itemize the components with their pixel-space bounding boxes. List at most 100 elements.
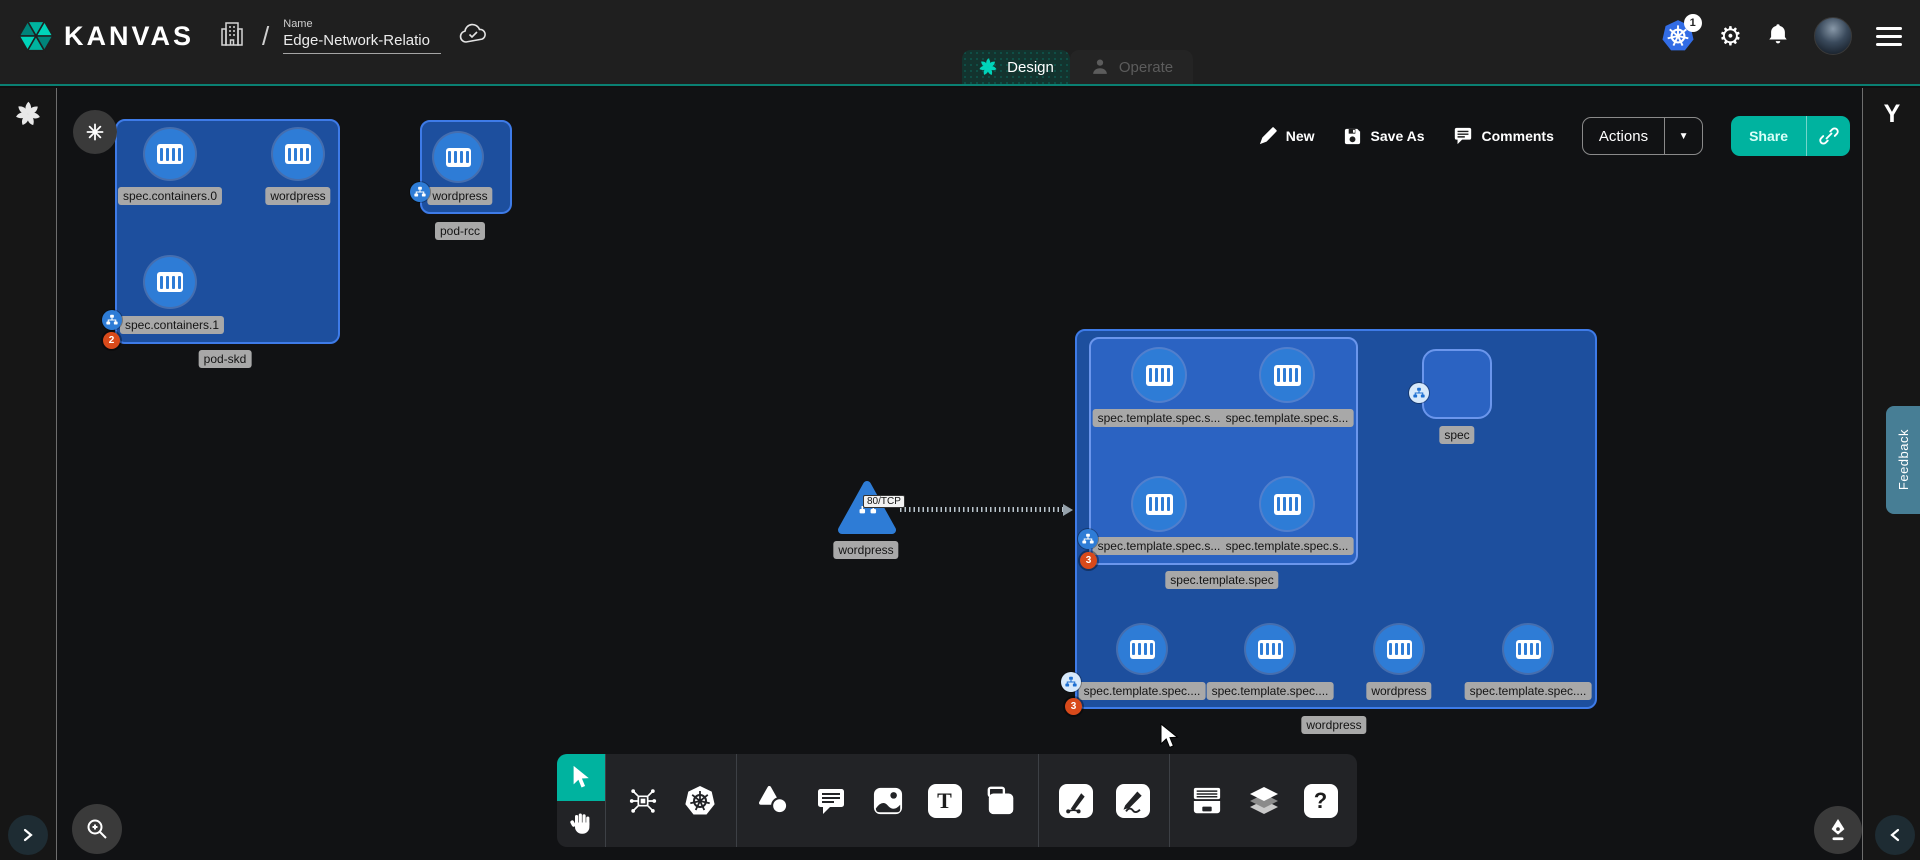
container-node-deploy-0[interactable] — [1118, 625, 1166, 673]
save-as-button[interactable]: Save As — [1343, 127, 1425, 146]
help-tool-button[interactable]: ? — [1292, 754, 1349, 847]
new-label: New — [1286, 128, 1315, 144]
comments-icon — [1453, 126, 1473, 146]
container-node-template-1[interactable] — [1261, 349, 1313, 401]
node-label: spec.template.spec.s... — [1221, 537, 1354, 555]
meshery-spiral-icon[interactable] — [14, 100, 42, 128]
container-node-template-0[interactable] — [1133, 349, 1185, 401]
container-icon — [157, 272, 183, 292]
design-canvas[interactable]: New Save As Comments Actions — [57, 88, 1862, 860]
design-tab-label: Design — [1007, 59, 1054, 76]
container-node-wordpress-1[interactable] — [273, 129, 323, 179]
node-label: wordpress — [427, 187, 492, 205]
notifications-bell-icon[interactable] — [1766, 21, 1790, 52]
design-tab-icon — [978, 57, 998, 77]
container-icon — [157, 144, 183, 164]
right-sidebar: Y Feedback — [1862, 88, 1920, 860]
group-label-template: spec.template.spec — [1165, 571, 1278, 589]
feedback-tab[interactable]: Feedback — [1886, 406, 1920, 514]
kubernetes-context-switcher[interactable]: 1 — [1661, 19, 1695, 53]
error-count-badge[interactable]: 3 — [1080, 552, 1097, 569]
new-button[interactable]: New — [1258, 127, 1315, 146]
organization-icon[interactable] — [220, 20, 244, 53]
edge-port-label: 80/TCP — [863, 495, 905, 508]
drawer-archive-icon — [1191, 786, 1223, 816]
image-icon — [872, 786, 904, 816]
pen-path-icon — [1059, 784, 1093, 818]
design-name-field[interactable]: Name Edge-Network-Relatio — [283, 18, 441, 54]
service-label: wordpress — [833, 541, 898, 559]
hamburger-menu-icon[interactable] — [1876, 27, 1902, 46]
select-tool-button[interactable] — [557, 754, 605, 801]
zoom-search-button[interactable] — [72, 804, 122, 854]
relationship-badge-icon[interactable] — [1061, 672, 1081, 692]
layers-tool-button[interactable] — [1235, 754, 1292, 847]
actions-split-button[interactable]: Actions ▼ — [1582, 117, 1703, 155]
relationship-badge-icon[interactable] — [1409, 383, 1429, 403]
actions-dropdown-arrow[interactable]: ▼ — [1664, 118, 1702, 154]
container-node-deploy-1[interactable] — [1246, 625, 1294, 673]
text-tool-button[interactable]: T — [916, 754, 973, 847]
left-sidebar — [0, 88, 57, 860]
pen-nib-icon — [1827, 818, 1849, 842]
share-split-button[interactable]: Share — [1731, 116, 1850, 156]
help-glyph: ? — [1304, 784, 1338, 818]
settings-gear-icon[interactable]: ⚙ — [1719, 23, 1742, 49]
drawer-tool-button[interactable] — [1178, 754, 1235, 847]
kanvas-logo[interactable]: KANVAS — [18, 18, 194, 54]
design-name-value[interactable]: Edge-Network-Relatio — [283, 32, 441, 54]
edge-service-to-deployment[interactable] — [900, 507, 1066, 512]
collapse-right-panel-button[interactable] — [1875, 815, 1915, 855]
relationship-badge-icon[interactable] — [410, 182, 430, 202]
service-node-wordpress[interactable] — [838, 480, 896, 536]
container-node-spec-containers-0[interactable] — [145, 129, 195, 179]
kubernetes-helm-icon — [684, 785, 716, 817]
text-tool-glyph: T — [928, 784, 962, 818]
share-label[interactable]: Share — [1731, 128, 1806, 144]
comment-tool-button[interactable] — [802, 754, 859, 847]
pen-nib-button[interactable] — [1814, 806, 1862, 854]
comments-button[interactable]: Comments — [1453, 126, 1554, 146]
pen-path-tool-button[interactable] — [1047, 754, 1104, 847]
copy-link-icon[interactable] — [1806, 116, 1850, 156]
operate-tab-icon — [1090, 57, 1110, 77]
group-label-pod-skd: pod-skd — [199, 350, 252, 368]
container-node-deploy-3[interactable] — [1504, 625, 1552, 673]
pan-tool-button[interactable] — [557, 801, 605, 848]
error-count-badge[interactable]: 2 — [103, 332, 120, 349]
shapes-tool-button[interactable] — [745, 754, 802, 847]
canvas-config-button[interactable] — [73, 110, 117, 154]
name-label: Name — [283, 18, 441, 30]
pencil-scribble-icon — [1116, 784, 1150, 818]
components-tool-button[interactable] — [614, 754, 671, 847]
save-as-label: Save As — [1371, 128, 1425, 144]
tab-operate[interactable]: Operate — [1070, 50, 1193, 84]
canvas-action-bar: New Save As Comments Actions — [1258, 116, 1850, 156]
group-spec-template-spec[interactable] — [1089, 337, 1358, 565]
node-label: spec.containers.0 — [118, 187, 222, 205]
node-spec[interactable] — [1422, 349, 1492, 419]
sticky-note-icon — [986, 785, 1018, 817]
user-avatar[interactable] — [1814, 17, 1852, 55]
error-count-badge[interactable]: 3 — [1065, 698, 1082, 715]
kanvas-app: KANVAS / Name Edge-Network-Relatio — [0, 0, 1920, 860]
container-node-wordpress-2[interactable] — [434, 133, 482, 181]
actions-label[interactable]: Actions — [1583, 128, 1664, 145]
node-label: wordpress — [1366, 682, 1431, 700]
freehand-draw-tool-button[interactable] — [1104, 754, 1161, 847]
note-tool-button[interactable] — [973, 754, 1030, 847]
tab-design[interactable]: Design — [962, 50, 1070, 84]
relationship-badge-icon[interactable] — [1078, 529, 1098, 549]
expand-left-panel-button[interactable] — [8, 815, 48, 855]
container-node-template-3[interactable] — [1261, 478, 1313, 530]
container-node-spec-containers-1[interactable] — [145, 257, 195, 307]
shapes-icon — [758, 786, 790, 816]
container-node-template-2[interactable] — [1133, 478, 1185, 530]
container-node-deploy-wordpress[interactable] — [1375, 625, 1423, 673]
relationship-badge-icon[interactable] — [102, 310, 122, 330]
y-panel-icon[interactable]: Y — [1863, 100, 1920, 129]
kubernetes-tool-button[interactable] — [671, 754, 728, 847]
hand-icon — [569, 811, 593, 837]
image-tool-button[interactable] — [859, 754, 916, 847]
kanvas-logo-icon — [18, 18, 54, 54]
